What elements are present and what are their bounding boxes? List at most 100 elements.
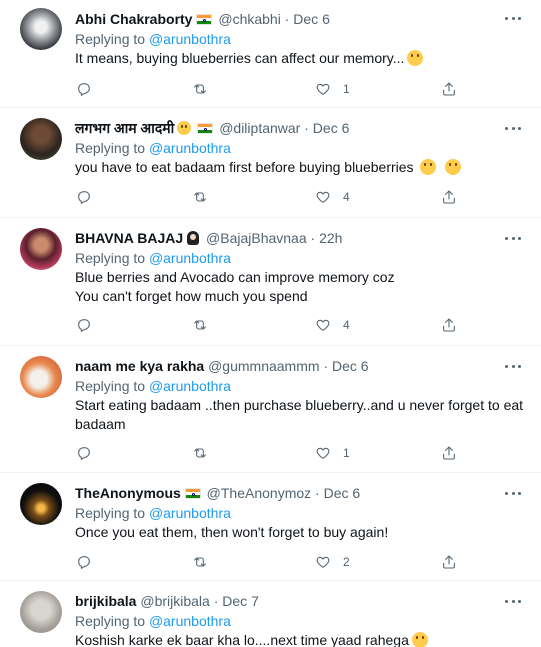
retweet-button[interactable] xyxy=(192,79,208,99)
more-options-icon[interactable] xyxy=(505,593,521,609)
heart-icon xyxy=(316,319,330,331)
tweet-text: It means, buying blueberries can affect … xyxy=(75,49,515,68)
user-handle[interactable]: @diliptanwar xyxy=(219,120,300,136)
user-handle[interactable]: @chkabhi xyxy=(218,11,280,27)
share-button[interactable] xyxy=(441,187,457,207)
tweet-actions: 4 xyxy=(75,187,521,207)
reply-feed: Abhi Chakraborty @chkabhi · Dec 6 Replyi… xyxy=(0,0,541,647)
blushing-face-icon xyxy=(420,159,437,175)
avatar[interactable] xyxy=(20,8,62,50)
share-button[interactable] xyxy=(441,443,457,463)
tweet-header: लगभग आम आदमी @diliptanwar · Dec 6 xyxy=(75,118,349,138)
reply-button[interactable] xyxy=(76,443,92,463)
like-button[interactable]: 1 xyxy=(315,443,350,463)
separator: · xyxy=(310,230,316,246)
avatar[interactable] xyxy=(20,228,62,270)
woman-icon xyxy=(187,231,200,245)
tweet-actions: 1 xyxy=(75,79,521,99)
avatar[interactable] xyxy=(20,591,62,633)
grinning-face-icon xyxy=(445,159,462,175)
user-handle[interactable]: @BajajBhavnaa xyxy=(206,230,307,246)
display-name[interactable]: naam me kya rakha xyxy=(75,358,204,374)
timestamp[interactable]: Dec 6 xyxy=(324,485,361,501)
reply-icon xyxy=(78,191,90,204)
separator: · xyxy=(213,593,219,609)
like-count: 4 xyxy=(343,190,350,204)
reply-button[interactable] xyxy=(76,187,92,207)
reply-button[interactable] xyxy=(76,315,92,335)
retweet-button[interactable] xyxy=(192,552,208,572)
retweet-button[interactable] xyxy=(192,187,208,207)
replying-prefix: Replying to xyxy=(75,613,146,629)
display-name[interactable]: TheAnonymous xyxy=(75,485,181,501)
more-options-icon[interactable] xyxy=(505,485,521,501)
tweet[interactable]: brijkibala @brijkibala · Dec 7 Replying … xyxy=(0,581,541,647)
replying-to: Replying to @arunbothra xyxy=(75,138,231,158)
separator: · xyxy=(284,11,290,27)
tweet[interactable]: लगभग आम आदमी @diliptanwar · Dec 6 Replyi… xyxy=(0,108,541,218)
heart-icon xyxy=(316,556,330,568)
retweet-button[interactable] xyxy=(192,315,208,335)
like-button[interactable]: 2 xyxy=(315,552,350,572)
like-button[interactable]: 4 xyxy=(315,315,350,335)
mention-link[interactable]: @arunbothra xyxy=(149,31,231,47)
timestamp[interactable]: Dec 7 xyxy=(222,593,259,609)
like-count: 2 xyxy=(343,555,350,569)
tweet[interactable]: naam me kya rakha @gummnaammm · Dec 6 Re… xyxy=(0,346,541,473)
separator: · xyxy=(315,485,320,501)
share-button[interactable] xyxy=(441,315,457,335)
timestamp[interactable]: 22h xyxy=(319,230,342,246)
timestamp[interactable]: Dec 6 xyxy=(332,358,369,374)
more-options-icon[interactable] xyxy=(505,230,521,246)
tweet-text: Once you eat them, then won't forget to … xyxy=(75,523,515,542)
display-name[interactable]: brijkibala xyxy=(75,593,136,609)
heart-icon xyxy=(316,447,330,459)
reply-icon xyxy=(78,83,90,96)
baby-face-icon xyxy=(177,121,192,135)
like-count: 1 xyxy=(343,82,350,96)
replying-prefix: Replying to xyxy=(75,250,146,266)
tweet-text-line: badaam xyxy=(75,416,126,432)
tweet-text-line: It means, buying blueberries can affect … xyxy=(75,50,405,66)
tweet-text-line: Koshish karke ek baar kha lo....next tim… xyxy=(75,632,409,647)
avatar[interactable] xyxy=(20,118,62,160)
tweet-header: Abhi Chakraborty @chkabhi · Dec 6 xyxy=(75,9,330,29)
mention-link[interactable]: @arunbothra xyxy=(149,250,231,266)
tweet[interactable]: Abhi Chakraborty @chkabhi · Dec 6 Replyi… xyxy=(0,0,541,108)
retweet-button[interactable] xyxy=(192,443,208,463)
timestamp[interactable]: Dec 6 xyxy=(313,120,350,136)
tweet-text: Start eating badaam ..then purchase blue… xyxy=(75,396,523,434)
share-icon xyxy=(443,190,455,204)
share-button[interactable] xyxy=(441,79,457,99)
tweet-text: Koshish karke ek baar kha lo....next tim… xyxy=(75,631,515,647)
user-handle[interactable]: @brijkibala xyxy=(140,593,209,609)
display-name[interactable]: Abhi Chakraborty xyxy=(75,11,192,27)
share-button[interactable] xyxy=(441,552,457,572)
avatar[interactable] xyxy=(20,483,62,525)
reply-button[interactable] xyxy=(76,552,92,572)
share-icon xyxy=(443,318,455,332)
user-handle[interactable]: @TheAnonymoz xyxy=(207,485,311,501)
reply-icon xyxy=(78,319,90,332)
reply-button[interactable] xyxy=(76,79,92,99)
retweet-icon xyxy=(194,320,206,330)
mention-link[interactable]: @arunbothra xyxy=(149,613,231,629)
display-name[interactable]: BHAVNA BAJAJ xyxy=(75,230,183,246)
more-options-icon[interactable] xyxy=(505,10,521,26)
india-flag-icon xyxy=(197,123,214,134)
like-count: 4 xyxy=(343,318,350,332)
replying-prefix: Replying to xyxy=(75,378,146,394)
display-name[interactable]: लगभग आम आदमी xyxy=(75,120,174,136)
more-options-icon[interactable] xyxy=(505,358,521,374)
mention-link[interactable]: @arunbothra xyxy=(149,505,231,521)
tweet[interactable]: TheAnonymous @TheAnonymoz · Dec 6 Replyi… xyxy=(0,473,541,581)
mention-link[interactable]: @arunbothra xyxy=(149,140,231,156)
like-button[interactable]: 4 xyxy=(315,187,350,207)
tweet[interactable]: BHAVNA BAJAJ @BajajBhavnaa · 22h Replyin… xyxy=(0,218,541,346)
timestamp[interactable]: Dec 6 xyxy=(293,11,330,27)
more-options-icon[interactable] xyxy=(505,120,521,136)
mention-link[interactable]: @arunbothra xyxy=(149,378,231,394)
user-handle[interactable]: @gummnaammm xyxy=(208,358,319,374)
like-button[interactable]: 1 xyxy=(315,79,350,99)
avatar[interactable] xyxy=(20,356,62,398)
